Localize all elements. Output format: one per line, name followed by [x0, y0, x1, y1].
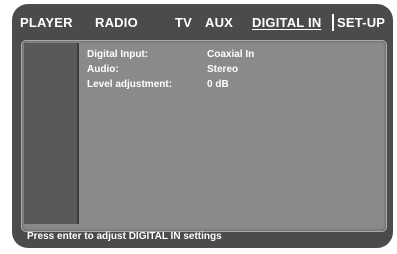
tab-player[interactable]: PLAYER	[20, 15, 73, 30]
setting-value: 0 dB	[207, 79, 229, 90]
tab-tv[interactable]: TV	[175, 15, 192, 30]
tab-bar: PLAYER RADIO TV AUX DIGITAL IN SET-UP	[12, 4, 393, 40]
setting-value: Coaxial In	[207, 49, 255, 60]
setting-label: Audio:	[87, 64, 119, 75]
settings-panel: Digital Input: Coaxial In Audio: Stereo …	[21, 40, 387, 232]
setting-label: Level adjustment:	[87, 79, 173, 90]
tab-aux[interactable]: AUX	[205, 15, 233, 30]
tab-setup[interactable]: SET-UP	[337, 15, 385, 30]
setting-value: Stereo	[207, 64, 239, 75]
tab-separator	[332, 14, 334, 31]
tab-digital-in[interactable]: DIGITAL IN	[252, 15, 321, 30]
status-hint: Press enter to adjust DIGITAL IN setting…	[27, 231, 222, 242]
tab-radio[interactable]: RADIO	[95, 15, 138, 30]
osd-frame: PLAYER RADIO TV AUX DIGITAL IN SET-UP Di…	[12, 4, 393, 248]
setting-label: Digital Input:	[87, 49, 149, 60]
sidebar-column	[24, 43, 79, 224]
